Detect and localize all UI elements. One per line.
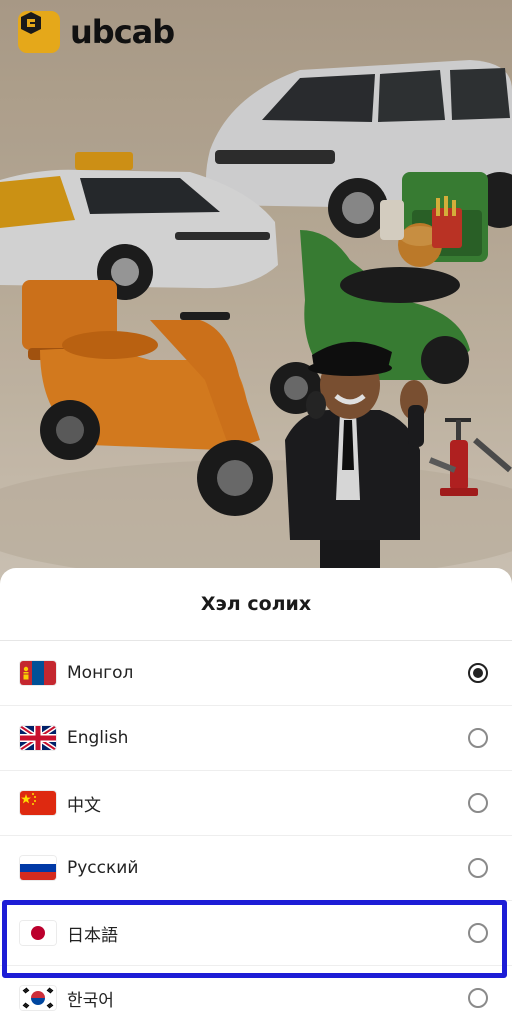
radio-unselected[interactable] xyxy=(468,988,488,1008)
sheet-title: Хэл солих xyxy=(0,568,512,641)
ubcab-logo-icon xyxy=(18,11,60,53)
ubcab-logo: ubcab xyxy=(18,10,175,54)
language-label: 日本語 xyxy=(67,925,118,946)
radio-unselected[interactable] xyxy=(468,858,488,878)
language-option-chinese[interactable]: 中文 xyxy=(0,771,512,836)
language-option-english[interactable]: English xyxy=(0,706,512,771)
radio-unselected[interactable] xyxy=(468,923,488,943)
radio-unselected[interactable] xyxy=(468,728,488,748)
brand-name: ubcab xyxy=(70,13,175,51)
language-label: Монгол xyxy=(67,663,134,683)
uk-flag-icon xyxy=(20,726,56,750)
radio-dot xyxy=(473,668,483,678)
language-option-russian[interactable]: Русский xyxy=(0,836,512,901)
language-option-japanese[interactable]: 日本語 xyxy=(0,901,512,966)
language-label: Русский xyxy=(67,858,139,878)
mongolia-flag-icon xyxy=(20,661,56,685)
radio-selected[interactable] xyxy=(468,663,488,683)
language-picker-sheet: Хэл солих Монгол English 中文 Русский 日本語 … xyxy=(0,568,512,1024)
radio-unselected[interactable] xyxy=(468,793,488,813)
language-option-mongolian[interactable]: Монгол xyxy=(0,641,512,706)
hero-illustration: ubcab xyxy=(0,0,512,600)
korea-flag-icon xyxy=(20,986,56,1010)
china-flag-icon xyxy=(20,791,56,815)
language-option-korean[interactable]: 한국어 xyxy=(0,966,512,1024)
dim-overlay xyxy=(0,0,512,600)
russia-flag-icon xyxy=(20,856,56,880)
language-label: English xyxy=(67,728,129,748)
language-label: 한국어 xyxy=(67,990,114,1011)
japan-flag-icon xyxy=(20,921,56,945)
language-label: 中文 xyxy=(67,795,101,816)
